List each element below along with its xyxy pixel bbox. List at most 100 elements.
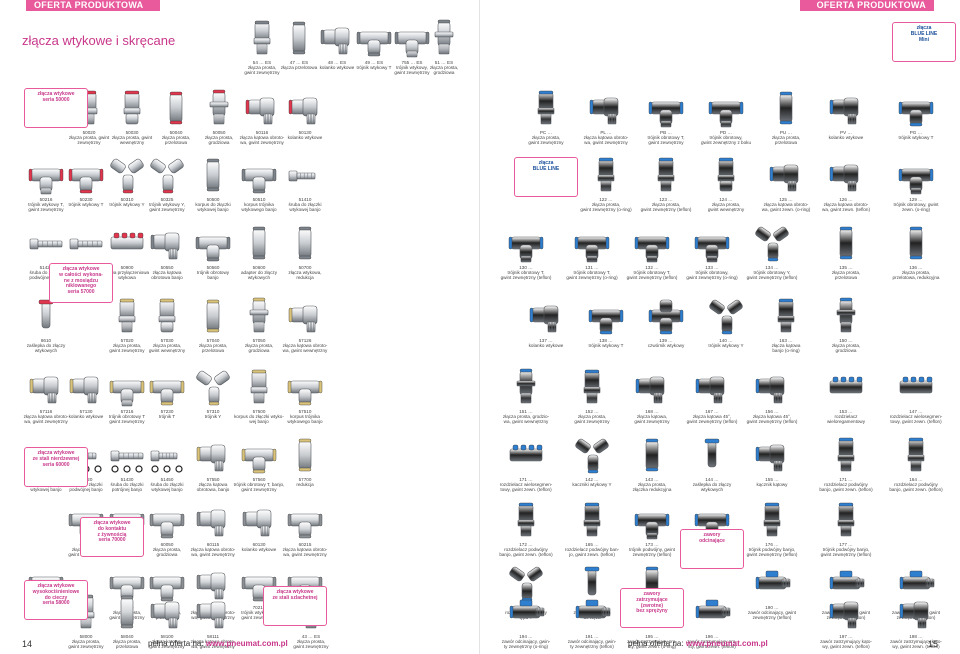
series-label-box: złącza wtykowe ze stali szlachetnej (263, 586, 327, 626)
fitting-icon (506, 435, 546, 475)
product-item[interactable]: 134 … trójnik obrotowy Y, gwint zewnętrz… (740, 223, 804, 281)
fitting-icon (706, 88, 746, 128)
product-item[interactable]: PL … złącza kątowa obroto- wa, gwint zew… (574, 88, 638, 146)
product-item[interactable]: 57126 złącza kątowa obroto- wa, gwint we… (273, 296, 337, 354)
product-item[interactable]: 135 … złącza prosta, przelotowa (814, 223, 878, 281)
product-item[interactable]: 50700 złącza wtykowa, redukcja (273, 223, 337, 281)
product-item[interactable]: 168 … złącza kątowa, gwint zewnętrzny (620, 367, 684, 425)
product-label: 8610 zaślepka do złączy wtykowych (26, 338, 66, 354)
product-item[interactable]: 8610 zaślepka do złączy wtykowych (14, 296, 78, 354)
product-item[interactable]: 164 … rozdzielacz podwójny banjo, gwint … (884, 435, 948, 493)
product-label: 140 … trójnik wtykowy Y (708, 338, 744, 349)
fitting-icon (646, 155, 686, 195)
product-item[interactable]: 126 … złącza kątowa obroto- wa, gwint ze… (814, 155, 878, 213)
product-label: 125 … złącza kątowa obroto- wa, gwint ze… (761, 197, 811, 213)
product-item[interactable]: 176 … trójnik podwójny banjo, gwint zewn… (740, 500, 804, 558)
product-item[interactable]: 122 … złącza prosta, gwint zewnętrzny (o… (574, 155, 638, 213)
product-item[interactable]: 172 … rozdzielacz podwójny banjo, gwint … (494, 500, 558, 558)
product-item[interactable]: 151 … złącza prosta, grodzio- wa, gwint … (494, 367, 558, 425)
product-label: 51410 śruba do złączki wtykowej banjo (288, 197, 322, 213)
fitting-icon (572, 367, 612, 407)
series-label-box: złącza BLUE LINE Mini (892, 22, 956, 62)
product-item[interactable]: PB … trójnik obrotowy T, gwint zewnętrzn… (634, 88, 698, 146)
product-item[interactable]: 150 … złącza prosta, grodziowa (814, 296, 878, 354)
product-item[interactable]: PU … złącza prosta, przelotowa (754, 88, 818, 146)
product-item[interactable]: 152 … złącza prosta, gwint zewnętrzny (560, 367, 624, 425)
product-item[interactable]: 131 … trójnik obrotowy T, gwint zewnętrz… (560, 223, 624, 281)
fitting-icon (506, 592, 546, 632)
product-item[interactable]: PV … kolanko wtykowe (814, 88, 878, 140)
product-item[interactable]: PC … złącza prosta, gwint zewnętrzny (514, 88, 578, 146)
footer-url[interactable]: www.pneumat.com.pl (686, 639, 768, 648)
product-item[interactable]: 156 … złącza kątowa 45°, gwint zewnętrzn… (740, 367, 804, 425)
product-item[interactable]: 165 … rozdzielacz podwójny ban- jo, gwin… (560, 500, 624, 558)
product-label: 129 … trójnik obrotowy, gwint zewn. (o-r… (893, 197, 939, 213)
fitting-icon (896, 435, 936, 475)
product-label: 155 … kącznik kątowy (756, 477, 788, 488)
product-label: 168 … złącza kątowa, gwint zewnętrzny (634, 409, 670, 425)
fitting-icon (896, 367, 936, 407)
product-label: 60215 złącza kątowa obroto- wa, gwint ze… (282, 542, 328, 558)
product-label: 50700 złącza wtykowa, redukcja (288, 265, 322, 281)
product-item[interactable]: 163 … złącza kątowa banjo (o-ring) (754, 296, 818, 354)
product-item[interactable]: 132 … trójnik obrotowy T, gwint zewnętrz… (620, 223, 684, 281)
product-item[interactable]: 171 … rozdzielacz wielosegmen- towy, gwi… (494, 435, 558, 493)
series-label-box: zawory zatrzymujące (zwrotne) bez spręży… (620, 588, 684, 628)
footer-left: 14 pełna oferta na: www.pneumat.com.pl (0, 639, 479, 651)
product-item[interactable]: 57510 korpus trójnika wtykowego banjo (273, 367, 337, 425)
product-item[interactable]: 130 … trójnik obrotowy T, gwint zewnętrz… (494, 223, 558, 281)
product-item[interactable]: 123 … złącza prosta, gwint zewnętrzny (t… (634, 155, 698, 213)
product-item[interactable]: PD … trójnik obrotowy, gwint zewnętrzny … (694, 88, 758, 146)
product-item[interactable]: 171 … rozdzielacz podwójny banjo, gwint … (814, 435, 878, 493)
product-item[interactable]: 155 … kącznik kątowy (740, 435, 804, 487)
product-item[interactable]: 142 … kaczniki wtykowy Y (560, 435, 624, 487)
product-label: 50130 kolanko wtykowe (287, 130, 323, 141)
fitting-icon (285, 155, 325, 195)
series-label-box: złącza wtykowe ze stali nierdzewnej seri… (24, 447, 88, 487)
product-item[interactable]: 139 … czwórnik wtykowy (634, 296, 698, 348)
product-item[interactable]: 147 … rozdzielacz wielosegmen- towy, gwi… (884, 367, 948, 425)
product-label: 136 … złącza prosta, przelotowa, redukcy… (892, 265, 940, 281)
product-item[interactable]: 138 … trójnik wtykowy T (574, 296, 638, 348)
product-item[interactable]: 190 … zawór odcinający, gwint zewnętrzny… (740, 563, 804, 621)
product-item[interactable]: 143 … złącza prosta, złączka redukcyjna (620, 435, 684, 493)
product-item[interactable]: 173 … trójnik podwójny, gwint zewnętrzny… (620, 500, 684, 558)
product-item[interactable]: 153 … rozdzielacz wieloregamentowy (814, 367, 878, 425)
product-label: 165 … rozdzielacz podwójny ban- jo, gwin… (564, 542, 620, 558)
product-label: PG … trójnik wtykowy T (898, 130, 934, 141)
product-item[interactable]: 51410 śruba do złączki wtykowej banjo (273, 155, 337, 213)
fitting-icon (506, 500, 546, 540)
product-label: 177 … trójnik podwójny banjo, gwint zewn… (820, 542, 872, 558)
product-item[interactable]: 136 … złącza prosta, przelotowa, redukcy… (884, 223, 948, 281)
product-item[interactable]: 51 … ES złącza prosta, grodziowa (412, 18, 476, 76)
product-item[interactable]: 129 … trójnik obrotowy, gwint zewn. (o-r… (884, 155, 948, 213)
product-item[interactable]: 50130 kolanko wtykowe (273, 88, 337, 140)
footer-link[interactable]: pełna oferta na: www.pneumat.com.pl (628, 639, 768, 648)
footer-url[interactable]: www.pneumat.com.pl (206, 639, 288, 648)
product-label: PB … trójnik obrotowy T, gwint zewnętrzn… (647, 130, 685, 146)
product-item[interactable]: 125 … złącza kątowa obroto- wa, gwint ze… (754, 155, 818, 213)
right-page: OFERTA PRODUKTOWA PC … złącza prosta, gw… (480, 0, 960, 654)
product-label: 190 … zawór odcinający, gwint zewnętrzny… (747, 605, 797, 621)
product-item[interactable]: 124 … złącza prosta, gwint wewnętrzny (694, 155, 758, 213)
footer-link[interactable]: pełna oferta na: www.pneumat.com.pl (148, 639, 288, 648)
product-item[interactable]: 57700 redukcja (273, 435, 337, 487)
product-label: 153 … rozdzielacz wieloregamentowy (826, 409, 866, 425)
product-label: PL … złącza kątowa obroto- wa, gwint zew… (583, 130, 629, 146)
product-item[interactable]: 133 … trójnik obrotowy, gwint zewnętrzny… (680, 223, 744, 281)
fitting-icon (632, 500, 672, 540)
product-item[interactable]: 177 … trójnik podwójny banjo, gwint zewn… (814, 500, 878, 558)
fitting-icon (766, 296, 806, 336)
product-item[interactable]: 60215 złącza kątowa obroto- wa, gwint ze… (273, 500, 337, 558)
product-item[interactable]: 167 … złącza kątowa 45°, gwint zewnętrzn… (680, 367, 744, 425)
product-label: 163 … złącza kątowa banjo (o-ring) (771, 338, 801, 354)
page-number: 14 (22, 639, 33, 649)
product-item[interactable]: 137 … kolanko wtykowe (514, 296, 578, 348)
series-label-box: złącza wtykowe seria 50000 (24, 88, 88, 128)
fitting-icon (826, 223, 866, 263)
product-item[interactable]: 144 … zaślepka do złączy wtykowych (680, 435, 744, 493)
fitting-icon (586, 296, 626, 336)
product-item[interactable]: PG … trójnik wtykowy T (884, 88, 948, 140)
product-label: 171 … rozdzielacz podwójny banjo, gwint … (819, 477, 873, 493)
product-item[interactable]: 140 … trójnik wtykowy Y (694, 296, 758, 348)
